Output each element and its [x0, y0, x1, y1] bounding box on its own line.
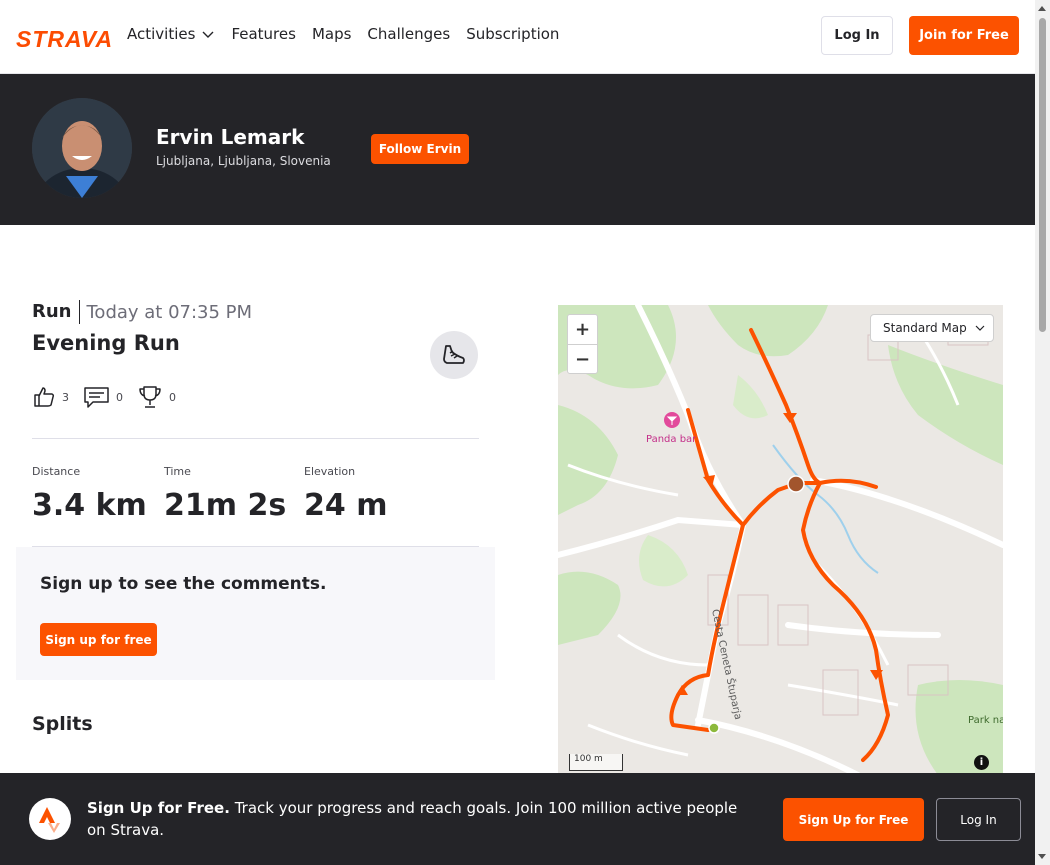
athlete-header: Ervin Lemark Ljubljana, Ljubljana, Slove… — [0, 74, 1035, 225]
map-canvas[interactable]: Panda bar Cesta Ceneta Štuparja Park na — [558, 305, 1003, 775]
follow-button[interactable]: Follow Ervin — [371, 134, 469, 164]
park-label: Park na — [968, 715, 1003, 726]
zoom-out-button[interactable]: − — [568, 344, 597, 373]
cafe-icon — [787, 475, 805, 493]
start-marker — [708, 722, 720, 734]
scrollbar[interactable] — [1035, 0, 1050, 865]
banner-headline: Sign Up for Free. — [87, 799, 230, 817]
stat-time-value: 21m 2s — [164, 488, 287, 523]
activity-heading: Run Today at 07:35 PM — [32, 300, 252, 324]
comments-signup-title: Sign up to see the comments. — [40, 574, 327, 594]
scroll-up-icon[interactable] — [1038, 6, 1046, 11]
stat-distance: Distance 3.4 km — [32, 465, 147, 523]
zoom-control: + − — [567, 314, 598, 374]
menu-maps[interactable]: Maps — [312, 25, 351, 43]
kudos-value: 3 — [62, 390, 69, 404]
splits-heading: Splits — [32, 713, 93, 735]
comments-value: 0 — [116, 390, 123, 404]
strava-logo[interactable]: STRAVA — [16, 26, 113, 53]
stat-elevation: Elevation 24 m — [304, 465, 387, 523]
signup-button[interactable]: Sign up for free — [40, 623, 157, 656]
map-style-select[interactable]: Standard Map — [870, 314, 994, 342]
stat-elevation-label: Elevation — [304, 465, 356, 478]
stat-elevation-value: 24 m — [304, 488, 388, 523]
avatar[interactable] — [32, 98, 132, 198]
stat-time-label: Time — [164, 465, 191, 478]
thumbs-up-icon — [34, 387, 55, 407]
main-menu: Activities Features Maps Challenges Subs… — [127, 25, 559, 43]
poi-label: Panda bar — [646, 434, 697, 445]
strava-badge-icon — [29, 798, 71, 840]
divider — [32, 438, 479, 439]
comments-signup-box: Sign up to see the comments. Sign up for… — [16, 547, 495, 680]
athlete-location: Ljubljana, Ljubljana, Slovenia — [156, 154, 331, 168]
menu-subscription[interactable]: Subscription — [466, 25, 559, 43]
banner-text: Sign Up for Free. Track your progress an… — [87, 797, 747, 841]
strava-chevron-icon — [39, 807, 60, 833]
stat-distance-value: 3.4 km — [32, 488, 147, 523]
info-icon[interactable]: i — [974, 755, 989, 770]
activity-map[interactable]: Panda bar Cesta Ceneta Štuparja Park na … — [558, 305, 1003, 775]
map-style-value: Standard Map — [883, 321, 967, 335]
kudos-count[interactable]: 3 — [32, 385, 69, 409]
stat-time: Time 21m 2s — [164, 465, 286, 523]
activity-type: Run — [32, 300, 80, 324]
activity-title: Evening Run — [32, 331, 180, 355]
menu-activities[interactable]: Activities — [127, 25, 215, 43]
achievements-value: 0 — [169, 390, 176, 404]
zoom-in-button[interactable]: + — [568, 315, 597, 344]
menu-features[interactable]: Features — [231, 25, 296, 43]
scrollbar-thumb[interactable] — [1039, 18, 1046, 332]
comments-count[interactable]: 0 — [83, 385, 123, 409]
achievements-count[interactable]: 0 — [137, 384, 176, 410]
avatar-image — [32, 98, 132, 198]
athlete-name[interactable]: Ervin Lemark — [156, 125, 304, 149]
top-nav: STRAVA Activities Features Maps Challeng… — [0, 0, 1035, 74]
scroll-down-icon[interactable] — [1038, 854, 1046, 859]
chevron-down-icon — [975, 325, 985, 331]
activity-date: Today at 07:35 PM — [86, 301, 253, 323]
map-scale: 100 m — [569, 754, 623, 771]
login-button[interactable]: Log In — [821, 16, 893, 55]
join-button[interactable]: Join for Free — [909, 16, 1019, 55]
stat-distance-label: Distance — [32, 465, 81, 478]
menu-challenges[interactable]: Challenges — [367, 25, 450, 43]
banner-login-button[interactable]: Log In — [936, 798, 1021, 841]
shoe-icon — [443, 345, 465, 364]
trophy-icon — [139, 386, 161, 408]
chevron-down-icon — [202, 31, 214, 38]
signup-banner: Sign Up for Free. Track your progress an… — [0, 773, 1035, 865]
comment-icon — [84, 387, 109, 408]
gear-shoe-button[interactable] — [430, 331, 478, 379]
social-stats: 3 0 0 — [32, 384, 176, 410]
banner-signup-button[interactable]: Sign Up for Free — [783, 798, 924, 841]
menu-activities-label: Activities — [127, 25, 196, 43]
